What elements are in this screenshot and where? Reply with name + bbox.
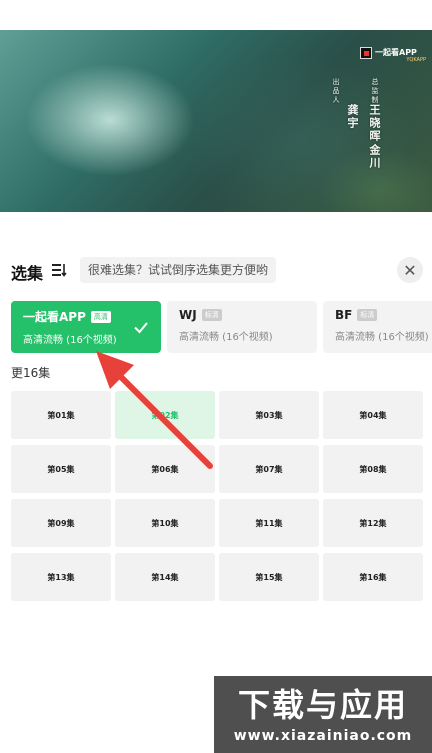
credit-producer-name: 龚宇 xyxy=(346,104,359,130)
source-tab-bf[interactable]: BF 标清 高清流畅 (16个视频) xyxy=(323,301,432,353)
episode-button[interactable]: 第13集 xyxy=(11,553,111,601)
source-tab-wj[interactable]: WJ 标清 高清流畅 (16个视频) xyxy=(167,301,317,353)
episode-button[interactable]: 第05集 xyxy=(11,445,111,493)
episode-grid: 第01集 第02集 第03集 第04集 第05集 第06集 第07集 第08集 … xyxy=(11,391,432,601)
episode-button[interactable]: 第09集 xyxy=(11,499,111,547)
logo-icon xyxy=(360,47,372,59)
episode-button[interactable]: 第07集 xyxy=(219,445,319,493)
episode-button[interactable]: 第11集 xyxy=(219,499,319,547)
close-icon: ✕ xyxy=(403,260,417,280)
episode-button[interactable]: 第06集 xyxy=(115,445,215,493)
watermark-url: www.xiazainiao.com xyxy=(233,728,413,744)
episode-button[interactable]: 第01集 xyxy=(11,391,111,439)
source-description: 高清流畅 (16个视频) xyxy=(335,332,429,343)
episode-button[interactable]: 第10集 xyxy=(115,499,215,547)
episode-button[interactable]: 第12集 xyxy=(323,499,423,547)
source-name: WJ xyxy=(179,308,197,322)
source-quality-badge: 高清 xyxy=(90,310,111,323)
check-icon xyxy=(134,322,148,334)
episode-button[interactable]: 第15集 xyxy=(219,553,319,601)
episode-panel-header: 选集 很难选集？试试倒序选集更方便哟 xyxy=(0,256,432,286)
logo-text: 一起看APP xyxy=(375,48,417,57)
logo-subtext: YQKAPP xyxy=(406,57,426,63)
episode-button[interactable]: 第16集 xyxy=(323,553,423,601)
panel-title: 选集 xyxy=(11,264,44,283)
watermark-title: 下载与应用 xyxy=(237,686,408,724)
source-name: BF xyxy=(335,308,353,322)
source-tab-yiqikan[interactable]: 一起看APP 高清 高清流畅 (16个视频) xyxy=(11,301,161,353)
status-bar xyxy=(0,0,432,30)
credit-supervisor-name-2: 金川 xyxy=(368,144,381,170)
episode-button[interactable]: 第03集 xyxy=(219,391,319,439)
reverse-order-hint[interactable]: 很难选集？试试倒序选集更方便哟 xyxy=(80,257,277,283)
credit-producer-title: 出品人 xyxy=(332,78,340,105)
sort-order-icon[interactable] xyxy=(52,263,68,277)
source-quality-badge: 标清 xyxy=(201,309,222,321)
episode-button[interactable]: 第14集 xyxy=(115,553,215,601)
source-description: 高清流畅 (16个视频) xyxy=(179,332,273,343)
episode-count-label: 更16集 xyxy=(11,366,51,380)
source-name: 一起看APP xyxy=(23,310,86,324)
credit-supervisor-title: 总监制 xyxy=(371,78,379,105)
credit-supervisor-name-1: 王晓晖 xyxy=(368,104,381,143)
episode-button-active[interactable]: 第02集 xyxy=(115,391,215,439)
episode-button[interactable]: 第08集 xyxy=(323,445,423,493)
channel-logo: 一起看APP YQKAPP xyxy=(360,44,426,63)
close-button[interactable]: ✕ xyxy=(397,257,423,283)
source-quality-badge: 标清 xyxy=(357,309,378,321)
watermark: 下载与应用 www.xiazainiao.com xyxy=(214,676,432,753)
source-description: 高清流畅 (16个视频) xyxy=(23,335,117,346)
video-player[interactable]: 一起看APP YQKAPP 出品人 龚宇 总监制 王晓晖 金川 xyxy=(0,30,432,212)
episode-button[interactable]: 第04集 xyxy=(323,391,423,439)
